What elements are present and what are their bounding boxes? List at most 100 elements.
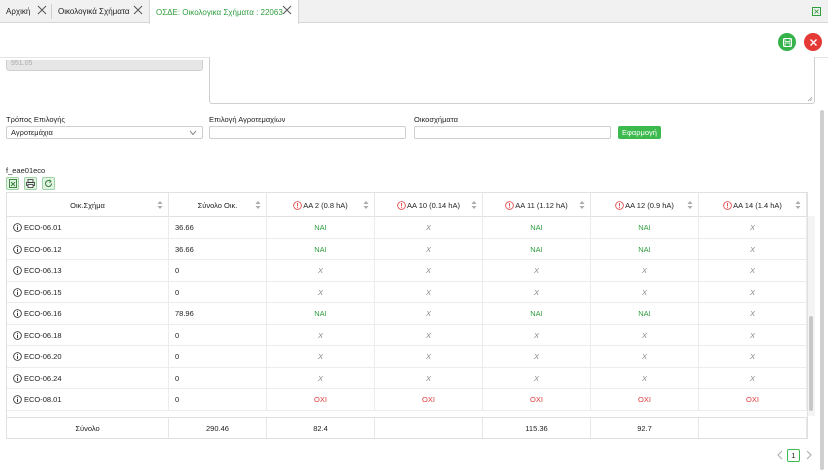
eligibility-cell: X [483, 367, 591, 389]
eligibility-cell: X [591, 346, 699, 367]
eligibility-cell: X [267, 324, 375, 346]
table-row[interactable]: ECO-06.15 0 X X X X X [7, 281, 807, 303]
pager-current-page[interactable]: 1 [787, 449, 800, 462]
column-header[interactable]: ΑΑ 14 (1.4 hA) [699, 193, 807, 217]
scheme-cell: ECO-06.15 [7, 281, 169, 303]
scheme-code: ECO-06.20 [24, 352, 62, 361]
eligibility-cell: X [591, 367, 699, 389]
table-scrollbar-thumb[interactable] [809, 316, 813, 411]
eligibility-cell: X [591, 324, 699, 346]
column-header-label: Σύνολο Οικ. [197, 200, 238, 210]
resize-grip-icon[interactable] [807, 96, 813, 102]
table-row[interactable]: ECO-06.20 0 X X X X X [7, 346, 807, 368]
info-icon[interactable] [13, 244, 22, 254]
column-header-label: ΑΑ 14 (1.4 hA) [733, 200, 782, 210]
info-icon[interactable] [13, 330, 22, 340]
excel-icon [8, 179, 17, 188]
cancel-button[interactable] [804, 33, 822, 51]
info-icon[interactable] [13, 266, 22, 275]
eligibility-cell: X [699, 217, 807, 238]
column-header[interactable]: ΑΑ 11 (1.12 hA) [483, 193, 591, 217]
page-scrollbar-thumb[interactable] [820, 110, 824, 470]
column-header-label: ΑΑ 12 (0.9 hA) [625, 200, 674, 210]
eligibility-cell: ΟΧΙ [375, 389, 483, 410]
eligibility-cell: X [699, 281, 807, 303]
tab-eco-schemes[interactable]: Οικολογικά Σχήματα [58, 0, 150, 23]
scheme-cell: ECO-06.13 [7, 260, 169, 281]
table-row[interactable]: ECO-06.18 0 X X X X X [7, 324, 807, 346]
sort-icon[interactable] [579, 200, 585, 210]
eco-schemes-label: Οικοσχήματα [414, 115, 458, 124]
eligibility-cell: X [375, 238, 483, 260]
info-icon[interactable] [13, 287, 22, 297]
close-all-tabs-icon[interactable] [812, 7, 821, 16]
eligibility-cell: X [699, 238, 807, 260]
parcel-selection-label: Επιλογή Αγροτεμαχίων [209, 115, 286, 124]
table-row[interactable]: ECO-06.13 0 X X X X X [7, 260, 807, 282]
footer-total-cell: 115.36 [483, 418, 591, 438]
selection-mode-select[interactable]: Αγροτεμάχια [6, 126, 203, 139]
sort-icon[interactable] [157, 200, 163, 210]
table-row[interactable]: ECO-06.12 36.66 ΝΑΙ X ΝΑΙ ΝΑΙ X [7, 238, 807, 260]
total-cell: 0 [169, 367, 267, 389]
eligibility-cell: ΝΑΙ [483, 303, 591, 324]
selection-mode-value: Αγροτεμάχια [11, 128, 53, 137]
total-cell: 0 [169, 260, 267, 281]
tab-osde-eco-schemes[interactable]: ΟΣΔΕ: Οικολογικα Σχήματα : 22063 [149, 0, 299, 24]
info-icon[interactable] [13, 395, 22, 404]
column-header[interactable]: ΑΑ 2 (0.8 hA) [267, 193, 375, 217]
sort-icon[interactable] [255, 200, 261, 210]
save-button[interactable] [778, 33, 796, 51]
table-row[interactable]: ECO-06.16 78.96 ΝΑΙ X ΝΑΙ ΝΑΙ X [7, 303, 807, 325]
scheme-cell: ECO-06.24 [7, 367, 169, 389]
warning-icon [293, 200, 302, 210]
close-icon[interactable] [37, 5, 47, 15]
chevron-right-icon[interactable] [805, 450, 813, 460]
parcel-selection-input[interactable] [209, 126, 406, 139]
table-row[interactable]: ECO-06.24 0 X X X X X [7, 367, 807, 389]
info-icon[interactable] [13, 352, 22, 361]
eligibility-cell: ΝΑΙ [267, 238, 375, 260]
total-cell: 78.96 [169, 303, 267, 324]
column-header-label: ΑΑ 10 (0.14 hA) [407, 200, 460, 210]
sort-icon[interactable] [363, 200, 369, 210]
eco-schemes-input[interactable] [414, 126, 611, 139]
selection-mode-label: Τρόπος Επιλογής [6, 115, 66, 124]
total-cell: 0 [169, 324, 267, 346]
scheme-code: ECO-06.13 [24, 266, 62, 275]
column-header[interactable]: Οικ.Σχήμα [7, 193, 169, 217]
notes-textarea[interactable] [209, 57, 815, 104]
export-excel-button[interactable] [6, 177, 19, 190]
eligibility-cell: ΟΧΙ [267, 389, 375, 410]
sort-icon[interactable] [471, 200, 477, 210]
sort-icon[interactable] [687, 200, 693, 210]
save-icon [782, 37, 792, 47]
tab-label: Οικολογικά Σχήματα [58, 7, 130, 16]
column-header[interactable]: Σύνολο Οικ. [169, 193, 267, 217]
apply-button[interactable]: Εφαρμογή [618, 126, 661, 139]
close-icon[interactable] [133, 5, 143, 15]
info-icon[interactable] [13, 223, 22, 232]
eligibility-cell: X [375, 367, 483, 389]
table-footer-totals: Σύνολο 290.46 82.4 115.36 92.7 [6, 417, 808, 439]
eligibility-cell: X [375, 281, 483, 303]
eligibility-cell: X [483, 346, 591, 367]
refresh-button[interactable] [42, 177, 55, 190]
info-icon[interactable] [13, 373, 22, 383]
table-row[interactable]: ECO-08.01 0 ΟΧΙ ΟΧΙ ΟΧΙ ΟΧΙ ΟΧΙ [7, 389, 807, 411]
column-header[interactable]: ΑΑ 12 (0.9 hA) [591, 193, 699, 217]
eligibility-cell: ΝΑΙ [483, 217, 591, 238]
print-button[interactable] [24, 177, 37, 190]
sort-icon[interactable] [795, 200, 801, 210]
eligibility-cell: ΝΑΙ [267, 303, 375, 324]
column-header[interactable]: ΑΑ 10 (0.14 hA) [375, 193, 483, 217]
table-scrollbar[interactable] [808, 216, 815, 416]
table-row[interactable]: ECO-06.01 36.66 ΝΑΙ X ΝΑΙ ΝΑΙ X [7, 217, 807, 239]
close-icon[interactable] [282, 5, 292, 15]
tab-bar: Αρχική Οικολογικά Σχήματα ΟΣΔΕ: Οικολογι… [0, 0, 828, 24]
chevron-left-icon[interactable] [776, 450, 784, 460]
total-cell: 36.66 [169, 217, 267, 238]
tab-home[interactable]: Αρχική [6, 0, 50, 23]
eligibility-cell: ΝΑΙ [591, 303, 699, 324]
info-icon[interactable] [13, 309, 22, 318]
